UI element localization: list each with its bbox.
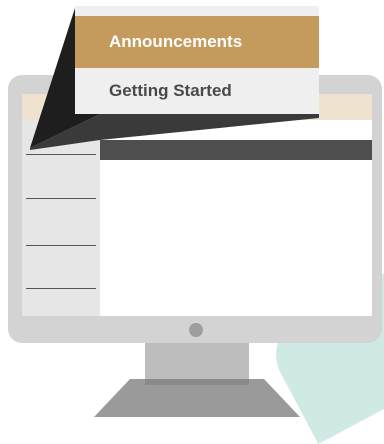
dropdown-menu: Announcements Getting Started xyxy=(75,6,319,114)
menu-item-label: Getting Started xyxy=(109,81,232,100)
dropdown-menu-top xyxy=(75,6,319,16)
menu-item-announcements[interactable]: Announcements xyxy=(75,16,319,68)
menu-item-label: Announcements xyxy=(109,32,243,51)
menu-item-getting-started[interactable]: Getting Started xyxy=(75,68,319,114)
